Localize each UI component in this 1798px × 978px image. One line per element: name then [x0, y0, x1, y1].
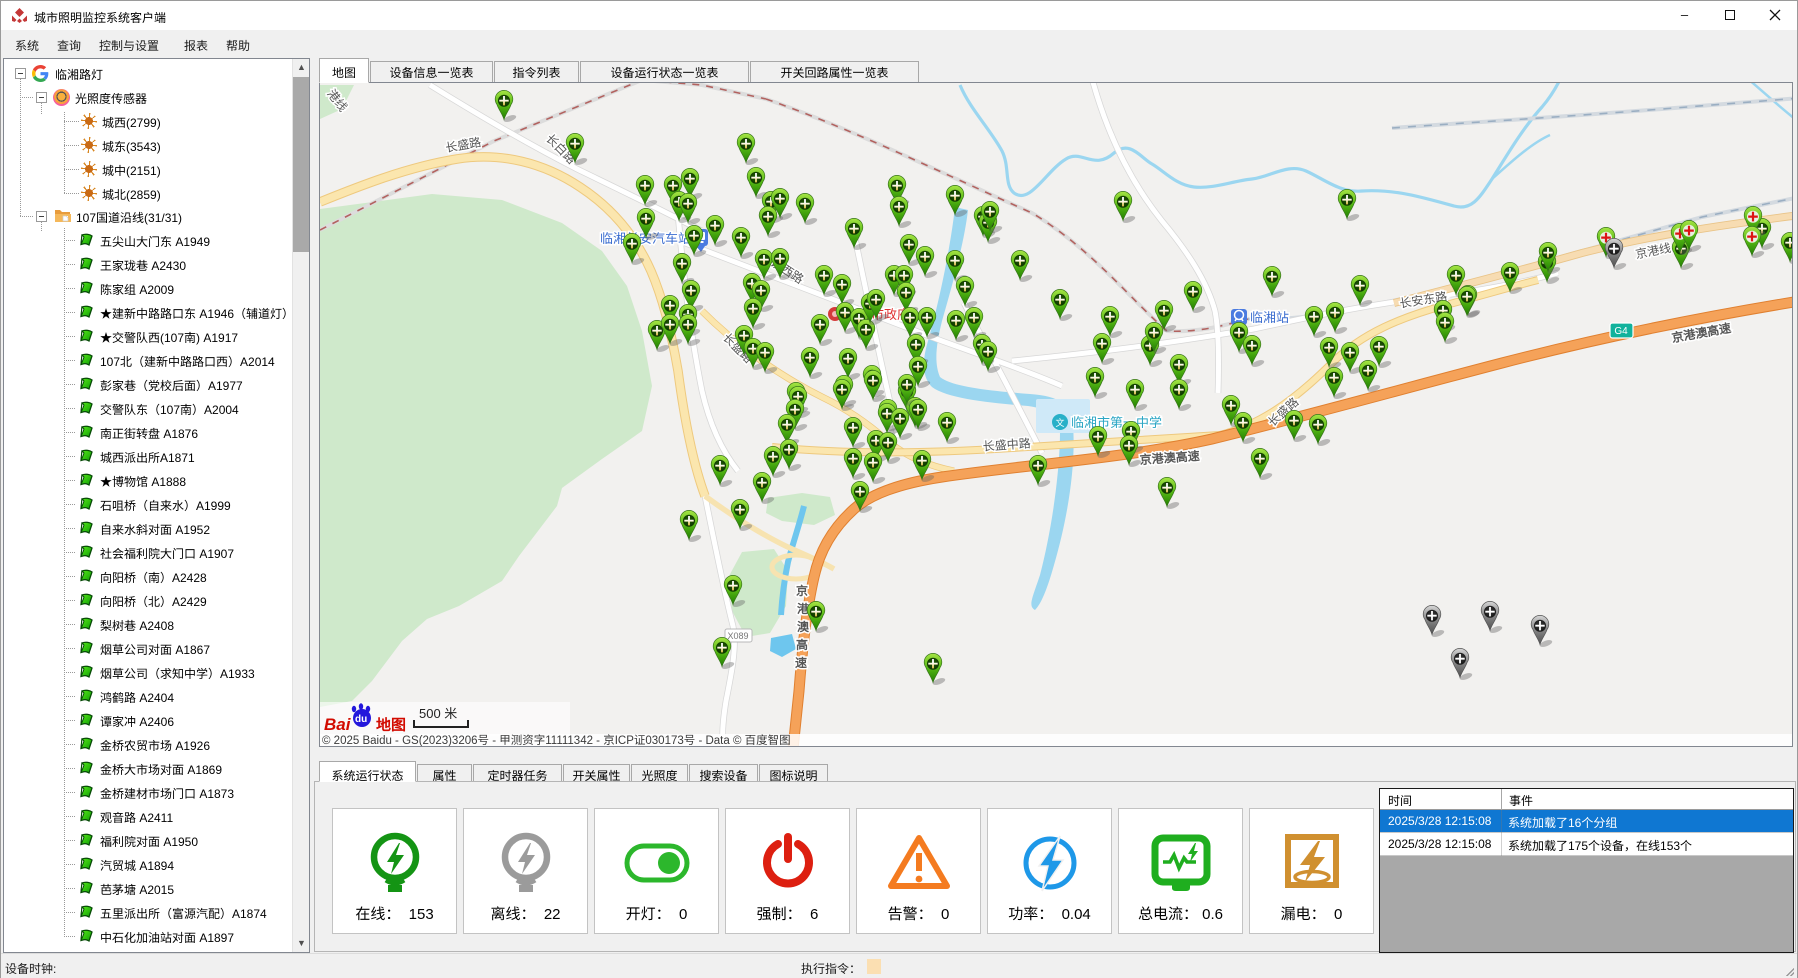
svg-text:X089: X089: [727, 631, 748, 641]
svg-text:地图: 地图: [376, 717, 406, 734]
svg-text:文: 文: [1055, 417, 1064, 428]
svg-text:G4: G4: [1614, 326, 1628, 337]
svg-text:澳: 澳: [797, 620, 810, 634]
svg-text:Bai: Bai: [324, 715, 352, 734]
svg-text:© 2025 Baidu - GS(2023)3206号 -: © 2025 Baidu - GS(2023)3206号 - 甲测资字11111…: [322, 734, 791, 746]
svg-text:du: du: [355, 714, 367, 725]
svg-text:临湘站: 临湘站: [1250, 310, 1289, 325]
svg-text:临湘市第一中学: 临湘市第一中学: [1071, 415, 1162, 430]
svg-text:速: 速: [795, 656, 807, 670]
svg-text:500 米: 500 米: [419, 706, 457, 721]
svg-text:高: 高: [796, 638, 808, 652]
svg-text:京: 京: [796, 584, 808, 598]
